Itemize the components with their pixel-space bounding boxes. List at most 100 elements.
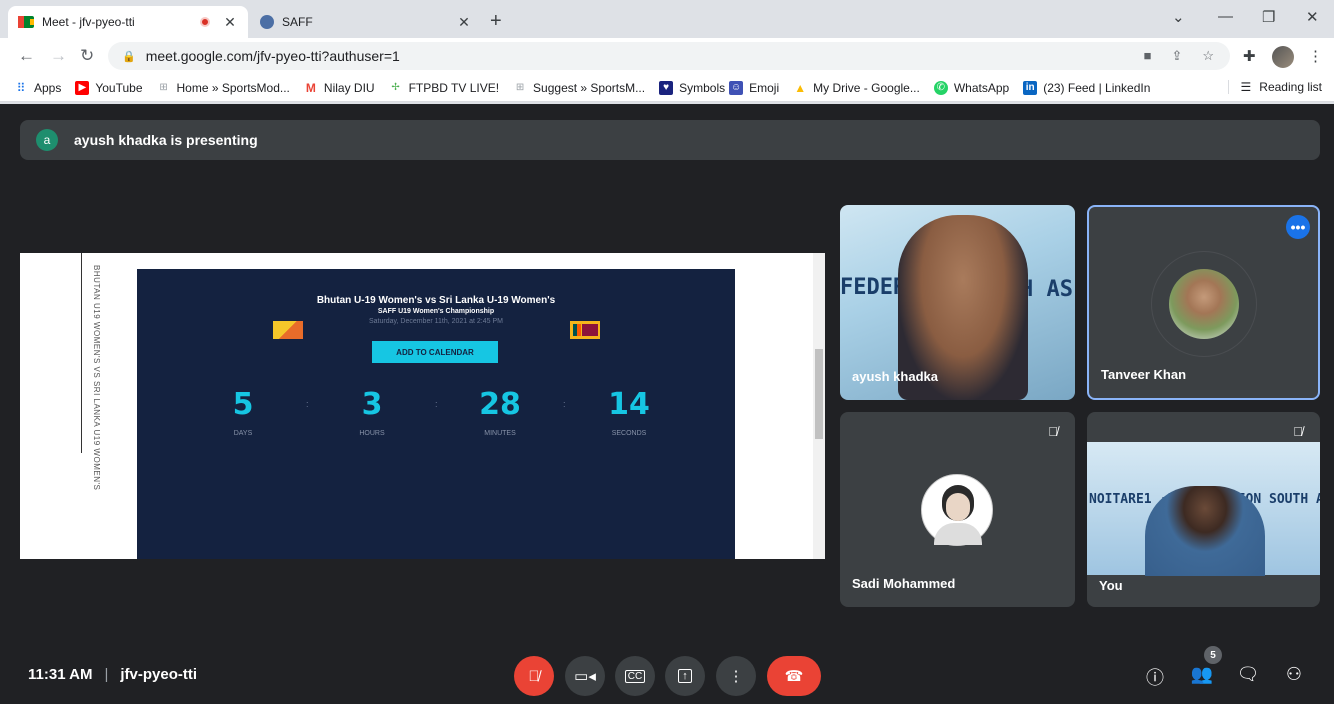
bookmark-label: Suggest » SportsM... — [533, 80, 646, 95]
reload-icon[interactable]: ↻ — [80, 46, 94, 66]
presentation-banner: a ayush khadka is presenting — [20, 120, 1320, 160]
forward-icon[interactable]: → — [50, 46, 67, 66]
heart-icon: ♥ — [659, 80, 674, 95]
scrollbar[interactable] — [813, 253, 825, 559]
participant-name: You — [1099, 578, 1123, 593]
bookmark-youtube[interactable]: ▶ YouTube — [75, 80, 143, 95]
linkedin-icon: in — [1023, 80, 1038, 95]
extensions-icon[interactable]: ✚ — [1243, 47, 1256, 65]
bookmark-label: FTPBD TV LIVE! — [408, 80, 500, 95]
tab-strip: Meet - jfv-pyeo-tti ✕ SAFF ✕ + ⌄ — ❐ ✕ — [0, 0, 1334, 38]
countdown-label: SECONDS — [611, 430, 647, 437]
mic-off-button[interactable]: 🎙̸ — [514, 656, 554, 696]
address-bar[interactable]: 🔒 meet.google.com/jfv-pyeo-tti?authuser=… — [108, 42, 1230, 70]
people-icon[interactable]: 👥 — [1190, 664, 1214, 685]
countdown-separator: : — [435, 399, 438, 409]
youtube-icon: ▶ — [75, 80, 90, 95]
recording-indicator-icon — [200, 17, 210, 27]
captions-button[interactable]: CC — [615, 656, 655, 696]
meet-stage: a ayush khadka is presenting BHUTAN U19 … — [0, 104, 1334, 704]
countdown-value: 5 — [232, 387, 254, 422]
close-tab-icon[interactable]: ✕ — [456, 14, 472, 31]
more-options-button[interactable]: ⋮ — [716, 656, 756, 696]
countdown-value: 3 — [361, 387, 383, 422]
chat-icon[interactable]: 🗨 — [1236, 664, 1260, 685]
bookmark-star-icon[interactable]: ☆ — [1202, 48, 1214, 64]
presenter-text: ayush khadka is presenting — [74, 132, 258, 148]
close-window-icon[interactable]: ✕ — [1306, 8, 1319, 26]
present-button[interactable]: ↑ — [665, 656, 705, 696]
participant-name: ayush khadka — [852, 369, 938, 384]
sri-lanka-flag-icon — [570, 321, 600, 339]
match-subtitle: SAFF U19 Women's Championship — [377, 308, 495, 315]
bookmark-symbols[interactable]: ♥ Symbols — [659, 80, 725, 95]
bookmark-label: Home » SportsMod... — [176, 80, 290, 95]
back-icon[interactable]: ← — [18, 46, 35, 66]
present-screen-icon: ↑ — [678, 669, 692, 683]
countdown-separator: : — [306, 399, 309, 409]
match-date: Saturday, December 11th, 2021 at 2:45 PM — [369, 318, 503, 325]
countdown-value: 28 — [479, 387, 521, 422]
camera-icon: ▭◂ — [574, 668, 596, 685]
bookmark-whatsapp[interactable]: ✆ WhatsApp — [933, 80, 1009, 95]
scrollbar-thumb[interactable] — [815, 349, 823, 439]
participant-figure — [1145, 486, 1265, 576]
participant-tile-you[interactable]: 🎙̸ NOITARE1 ·L FEDERATION SOUTH ASIAN Yo… — [1087, 412, 1320, 607]
bookmark-home-sportsmod[interactable]: ⊞ Home » SportsMod... — [157, 81, 290, 95]
menu-dots-icon[interactable]: ⋮ — [1308, 47, 1323, 65]
countdown-separator: : — [563, 399, 566, 409]
bookmark-emoji[interactable]: ☺ Emoji — [729, 80, 779, 95]
mic-off-icon: 🎙̸ — [1048, 424, 1058, 439]
whatsapp-icon: ✆ — [933, 80, 948, 95]
bookmark-linkedin[interactable]: in (23) Feed | LinkedIn — [1023, 80, 1150, 95]
countdown-label: MINUTES — [484, 430, 516, 437]
reading-list[interactable]: ☰ Reading list — [1227, 80, 1322, 94]
tab-title: Meet - jfv-pyeo-tti — [42, 15, 135, 29]
tab-saff[interactable]: SAFF ✕ — [250, 6, 482, 38]
bookmark-nilay[interactable]: M Nilay DIU — [304, 81, 375, 95]
profile-avatar[interactable] — [1272, 46, 1294, 68]
meeting-info: 11:31 AM | jfv-pyeo-tti — [28, 666, 197, 683]
countdown-minutes: 28 MINUTES — [460, 387, 540, 437]
add-to-calendar-button[interactable]: ADD TO CALENDAR — [372, 341, 498, 363]
restore-icon[interactable]: ❐ — [1262, 8, 1275, 26]
google-meet-icon — [18, 16, 34, 28]
leave-call-button[interactable]: ☎ — [767, 656, 821, 696]
omnibox-actions: ■ ⇪ ☆ — [1144, 48, 1214, 64]
tab-meet[interactable]: Meet - jfv-pyeo-tti ✕ — [8, 6, 248, 38]
share-icon[interactable]: ⇪ — [1171, 48, 1182, 64]
shared-screen: BHUTAN U19 WOMEN'S VS SRI LANKA U19 WOME… — [20, 253, 825, 559]
participant-video: NOITARE1 ·L FEDERATION SOUTH ASIAN — [1087, 442, 1320, 576]
bookmark-drive[interactable]: ▲ My Drive - Google... — [793, 81, 920, 95]
meeting-details-icon[interactable]: ⓘ — [1143, 664, 1167, 690]
tab-title: SAFF — [282, 15, 313, 29]
bookmark-label: Apps — [34, 80, 62, 95]
saff-logo-icon — [260, 15, 274, 29]
divider — [81, 253, 82, 453]
more-vert-icon: ⋮ — [728, 668, 744, 685]
emoji-icon: ☺ — [729, 80, 744, 95]
participant-count-badge: 5 — [1204, 646, 1222, 664]
new-tab-icon[interactable]: + — [490, 10, 502, 33]
bookmark-ftpbd[interactable]: ✢ FTPBD TV LIVE! — [389, 81, 499, 95]
activities-icon[interactable]: ⚇ — [1282, 664, 1306, 685]
participant-tile-sadi[interactable]: 🎙̸ Sadi Mohammed — [840, 412, 1075, 607]
reading-list-icon: ☰ — [1240, 80, 1252, 94]
bookmark-suggest[interactable]: ⊞ Suggest » SportsM... — [513, 81, 645, 95]
more-options-icon[interactable]: ••• — [1286, 215, 1310, 239]
tab-search-icon[interactable]: ⌄ — [1172, 8, 1185, 26]
countdown-days: 5 DAYS — [203, 387, 283, 437]
current-time: 11:31 AM — [28, 666, 93, 683]
camera-button[interactable]: ▭◂ — [565, 656, 605, 696]
leaf-icon: ✢ — [391, 82, 400, 93]
participant-name: Tanveer Khan — [1101, 367, 1187, 382]
participant-tile-ayush[interactable]: FEDERA TH AS ayush khadka — [840, 205, 1075, 400]
camera-icon[interactable]: ■ — [1144, 48, 1152, 64]
bookmark-apps[interactable]: ⠿ Apps — [14, 80, 62, 95]
url-text: meet.google.com/jfv-pyeo-tti?authuser=1 — [145, 48, 400, 64]
minimize-icon[interactable]: — — [1218, 8, 1233, 25]
bhutan-flag-icon — [273, 321, 303, 339]
match-banner: Bhutan U-19 Women's vs Sri Lanka U-19 Wo… — [137, 269, 735, 559]
close-tab-icon[interactable]: ✕ — [222, 14, 238, 31]
participant-tile-tanveer[interactable]: ••• Tanveer Khan — [1087, 205, 1320, 400]
